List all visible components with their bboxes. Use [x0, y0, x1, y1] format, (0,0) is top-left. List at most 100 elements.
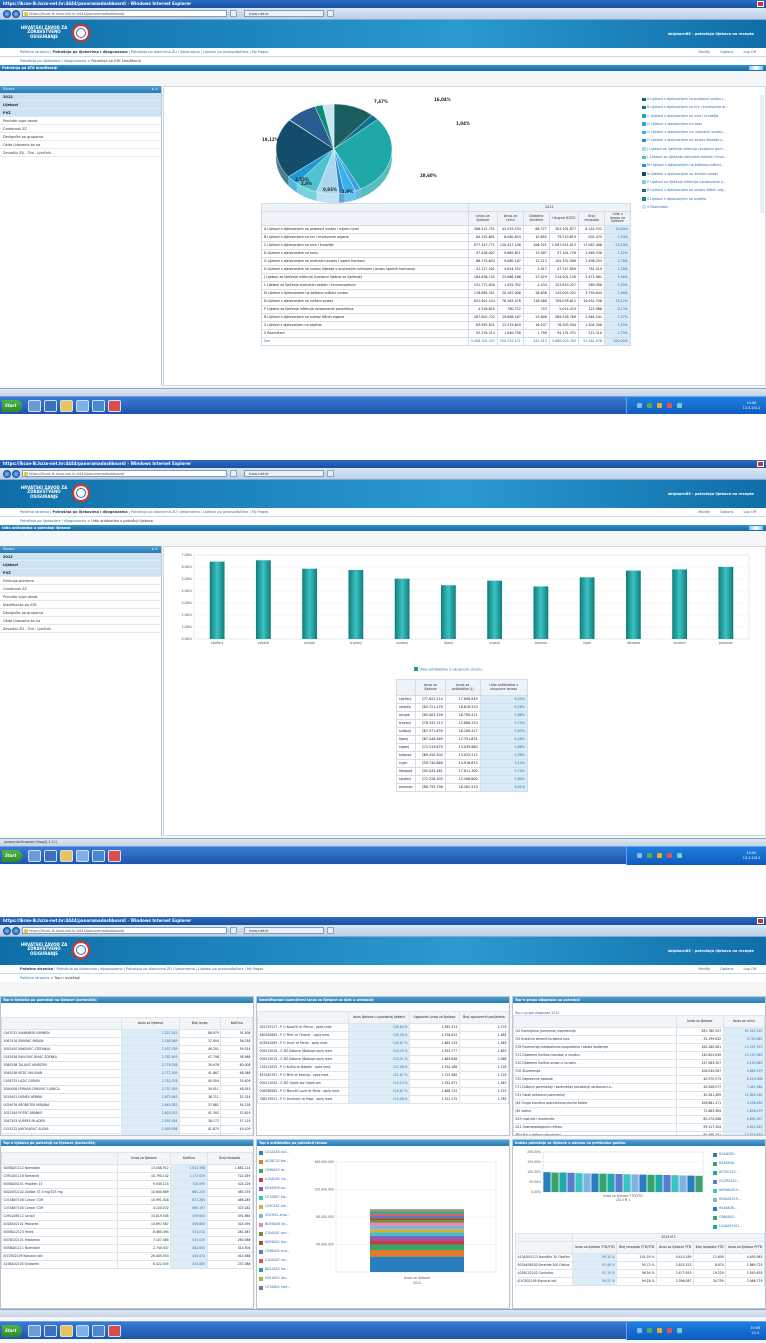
stack-segment[interactable]: [370, 1215, 464, 1219]
refresh-icon[interactable]: [230, 470, 237, 477]
volume-icon[interactable]: [677, 853, 682, 858]
column-header[interactable]: Ukupno HZZO: [548, 211, 580, 226]
start-button[interactable]: Start: [2, 400, 22, 412]
folder-taskbar-icon[interactable]: [60, 850, 73, 862]
forward-icon[interactable]: [12, 10, 20, 18]
column-header[interactable]: Broj recepata: [206, 1152, 253, 1165]
user-link[interactable]: skipborn85 - potrošnja lijekova na recep…: [668, 32, 754, 36]
paint-taskbar-icon[interactable]: [108, 1325, 121, 1337]
row-label[interactable]: J44 Druga kronična opstruktivna plućna b…: [513, 1099, 677, 1108]
row-label[interactable]: C09CA01116 Fareamid: [1, 1172, 118, 1181]
row-label[interactable]: J01CR02109 Klavocin bid: [514, 1277, 574, 1286]
row-label[interactable]: C Lijekovi s djelovanjem na srce i krvož…: [261, 241, 469, 250]
user-link[interactable]: skipborn85 - potrošnja lijekova na recep…: [668, 949, 754, 953]
legend-scrollbar[interactable]: [760, 95, 764, 213]
stack-segment[interactable]: [370, 1256, 464, 1272]
legend-item[interactable]: C07AB07 bis...: [258, 1193, 298, 1202]
breadcrumb-link[interactable]: Potrošnja po lijekovima i dijagnozama: [20, 59, 86, 63]
index-bar[interactable]: [623, 1174, 631, 1192]
row-label[interactable]: H Lijekovi s djelovanjem na sustav žlije…: [261, 265, 469, 274]
back-icon[interactable]: [3, 927, 11, 935]
url-field[interactable]: https://lkcse-lk.hzzo-net.hr:4444/panora…: [22, 927, 227, 934]
row-label[interactable]: 234223425 - P O Kučko dr Nataša - opća m…: [257, 1063, 349, 1072]
row-label[interactable]: C07AB07108 Concor COR: [1, 1196, 118, 1205]
legend-item[interactable]: P Lijekovi za liječenje infekcija uzroko…: [641, 178, 759, 186]
row-label[interactable]: J01CR02109 Klavocin bid: [1, 1252, 118, 1261]
index-bar[interactable]: [543, 1172, 551, 1192]
row-label[interactable]: N02AX52142 Zaldiar 37,5 mg/325 mg: [1, 1188, 118, 1197]
legend-item[interactable]: S Lijekovi s djelovanjem na osjetila: [641, 195, 759, 203]
row-label[interactable]: studeni: [396, 775, 416, 784]
row-label[interactable]: 000015010 - O DZ Đakovo I/Đakovo opća me…: [257, 1055, 349, 1064]
paint-taskbar-icon[interactable]: [108, 850, 121, 862]
column-header[interactable]: Broj recepata YTD: [692, 1241, 727, 1254]
legend-item[interactable]: J01CR0210...: [712, 1177, 765, 1186]
slicer-item[interactable]: Zavadi/z ZU - Tim - Ljarčnik: [0, 625, 161, 633]
row-label[interactable]: N05BA12123 Helex: [1, 1228, 118, 1237]
new-tab-icon[interactable]: [327, 470, 334, 477]
column-header[interactable]: Iznos za celnu: [496, 211, 524, 226]
row-label[interactable]: Sve: [261, 337, 469, 346]
new-tab-icon[interactable]: [327, 10, 334, 17]
row-label[interactable]: 3028938 DROBNIČ DUBRAVKO: [1, 1133, 122, 1135]
row-label[interactable]: K21 Gastroezofagealni refluks: [513, 1123, 677, 1132]
legend-item[interactable]: A07EC015...: [712, 1168, 765, 1177]
index-bar[interactable]: [671, 1175, 679, 1192]
browser-tab[interactable]: hzzo-net.hr: [244, 927, 324, 934]
refresh-icon[interactable]: [230, 10, 237, 17]
row-label[interactable]: svibanj: [396, 727, 416, 736]
row-label[interactable]: A10BA02103 Glukomin: [1, 1260, 118, 1269]
bar[interactable]: [255, 560, 271, 639]
row-label[interactable]: 788279921 - P O Durmarić dr Maja - opća …: [257, 1095, 349, 1104]
legend-item[interactable]: C06AB03...: [712, 1213, 765, 1222]
tray-icon[interactable]: [657, 1328, 662, 1333]
slicer-item[interactable]: Lijekovi: [0, 101, 161, 109]
index-bar[interactable]: [663, 1175, 671, 1192]
slicer-item[interactable]: Čarobnost ZZ: [0, 125, 161, 133]
legend-item[interactable]: R Lijekovi s djelovanjem na sustav dišni…: [641, 186, 759, 194]
legend-item[interactable]: N Lijekovi s djelovanjem na živčani sust…: [641, 170, 759, 178]
index-bar[interactable]: [679, 1175, 687, 1192]
row-label[interactable]: F11 Duševni poremećaji i poremećaji pona…: [513, 1083, 677, 1092]
legend-item[interactable]: C01AA05 dol...: [258, 1148, 298, 1157]
column-header[interactable]: Iznos za lijekove: [116, 1152, 172, 1165]
tray-icon[interactable]: [657, 853, 662, 858]
network-icon[interactable]: [647, 403, 652, 408]
bar[interactable]: [672, 569, 688, 639]
slicer-item[interactable]: Čarobnost ZZ: [0, 585, 161, 593]
url-field[interactable]: https://lkcse-lk.hzzo-net.hr:4444/panora…: [22, 470, 227, 477]
row-label[interactable]: R03AK06183 Seretide 500 Diskus: [514, 1261, 574, 1270]
slicer-item[interactable]: PVZ: [0, 569, 161, 577]
row-label[interactable]: 3080538 TALAVIĆ AMIRZON: [1, 1061, 122, 1070]
legend-item[interactable]: N02AX52 tra...: [258, 1265, 298, 1274]
panel-tools-icon[interactable]: [749, 526, 763, 530]
media-taskbar-icon[interactable]: [92, 400, 105, 412]
row-label[interactable]: 3047503 VURPES MLADEN: [1, 1117, 122, 1126]
row-label[interactable]: D Lijekovi s djelovanjem na kožu: [261, 249, 469, 258]
stack-segment[interactable]: [370, 1218, 464, 1221]
column-header[interactable]: Iznos za lijekove: [675, 1015, 724, 1028]
bar[interactable]: [718, 566, 734, 639]
legend-item[interactable]: M Lijekovi s djelovanjem na koštano-miši…: [641, 161, 759, 169]
legend-item[interactable]: R03AK06...: [712, 1204, 765, 1213]
legend-item[interactable]: J Lijekovi za liječenje infekcija (susta…: [641, 145, 759, 153]
row-label[interactable]: S Lijekovi s djelovanjem na osjetila: [261, 321, 469, 330]
user-link[interactable]: skipborn85 - potrošnja lijekova na recep…: [668, 492, 754, 496]
legend-item[interactable]: C10AA07 ros...: [258, 1256, 298, 1265]
row-label[interactable]: I10 Esencijalna (primarna) hipertenzija: [513, 1027, 677, 1036]
slicer-item[interactable]: Dezignčte po grupama: [0, 133, 161, 141]
row-label[interactable]: C07AB07104 Concor COR: [1, 1204, 118, 1213]
nav-item-3[interactable]: Lijekovi po proizvođačima: [203, 510, 248, 514]
index-bar[interactable]: [647, 1174, 655, 1192]
slicer-item[interactable]: Provider type davat: [0, 593, 161, 601]
row-label[interactable]: 403942069 - P O Durić dr Mirna - opća me…: [257, 1039, 349, 1048]
row-label[interactable]: M54 Bol u leđima (dorzalgija): [513, 1131, 677, 1135]
tray-icon[interactable]: [657, 403, 662, 408]
row-label[interactable]: A02BC02142 Controloc: [514, 1269, 574, 1278]
modify-link[interactable]: Modify: [698, 50, 710, 54]
column-header[interactable]: Iznos za lijekove PYTD: [725, 1241, 765, 1254]
options-link[interactable]: Options: [720, 967, 734, 971]
ie-active-taskbar-icon[interactable]: [76, 850, 89, 862]
row-label[interactable]: E78 Poremećaji metabolizma lipoproteina …: [513, 1043, 677, 1052]
legend-item[interactable]: G Lijekovi s djelovanjem na mokraćni sus…: [641, 128, 759, 136]
